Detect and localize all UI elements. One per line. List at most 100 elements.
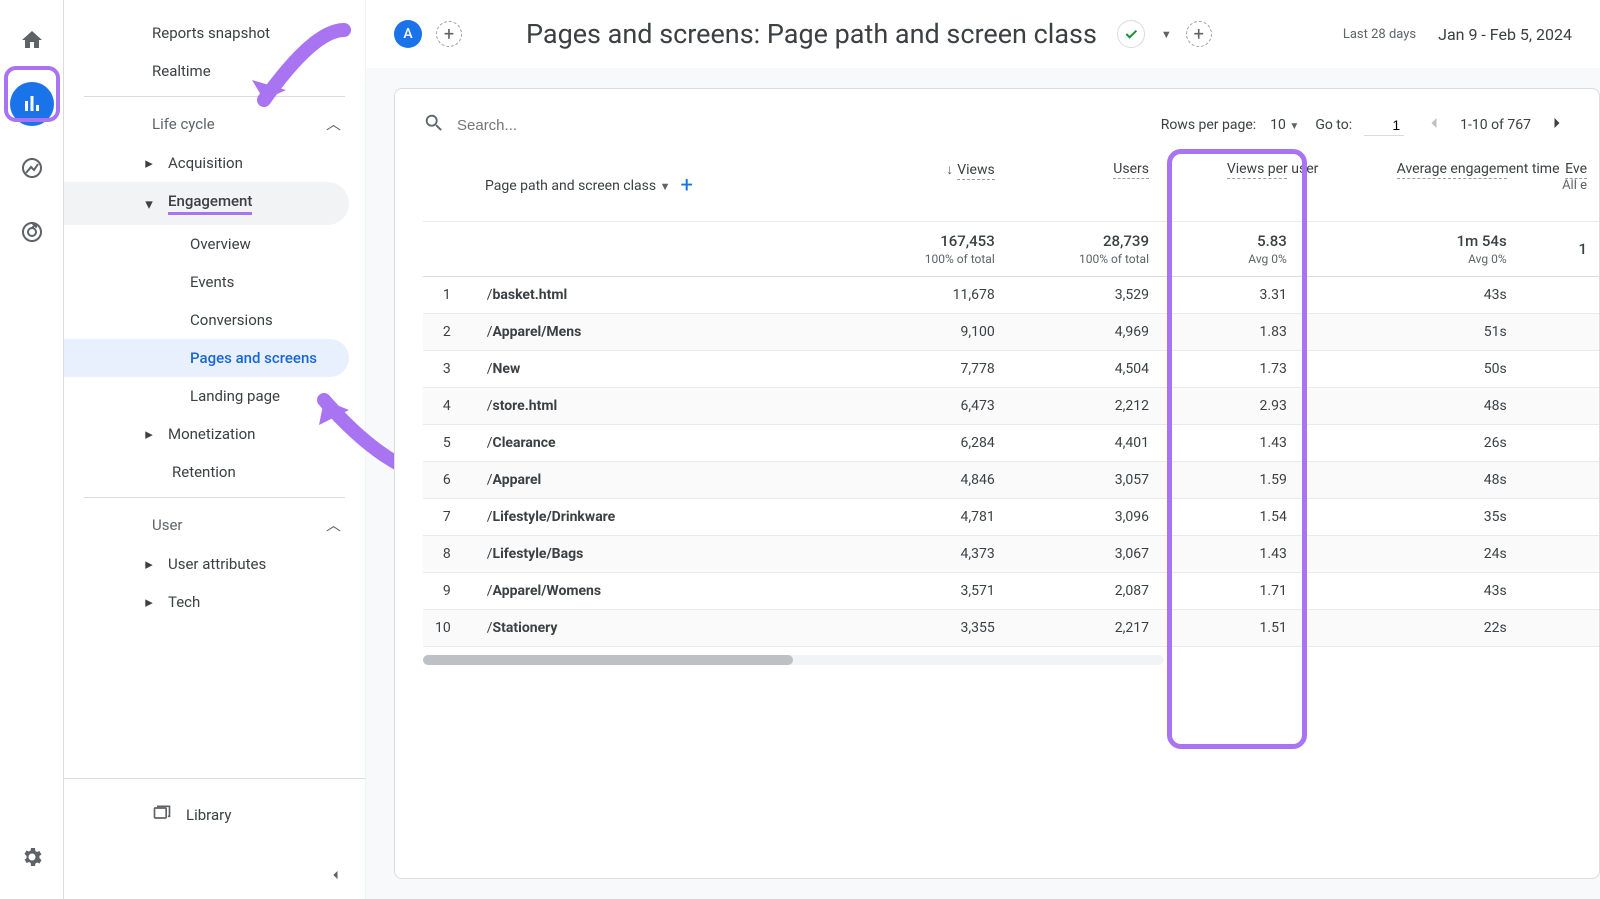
row-path: /Clearance [475, 424, 853, 461]
rows-per-page-select[interactable]: 10 ▼ [1270, 117, 1299, 133]
goto-input[interactable] [1364, 115, 1404, 136]
row-index: 6 [423, 461, 475, 498]
table-row[interactable]: 2/Apparel/Mens9,1004,9691.8351s [423, 313, 1599, 350]
page-next-button[interactable] [1543, 109, 1571, 141]
sidebar-landing-page[interactable]: Landing page [64, 377, 365, 415]
horizontal-scrollbar[interactable] [423, 655, 1164, 665]
column-views-per-user[interactable]: Views per user [1161, 151, 1299, 221]
sidebar-retention[interactable]: Retention [64, 453, 365, 491]
page-header: A + Pages and screens: Page path and scr… [366, 0, 1600, 68]
summary-events: 1 [1578, 240, 1587, 258]
row-aet: 51s [1299, 313, 1519, 350]
table-row[interactable]: 3/New7,7784,5041.7350s [423, 350, 1599, 387]
sidebar-monetization[interactable]: ▸ Monetization [64, 415, 349, 453]
rail-explore-icon[interactable] [10, 146, 54, 190]
row-index: 7 [423, 498, 475, 535]
sidebar-engagement[interactable]: ▾ Engagement [64, 182, 349, 225]
row-vpu: 1.83 [1161, 313, 1299, 350]
sidebar-conversions[interactable]: Conversions [64, 301, 365, 339]
search-input[interactable] [457, 117, 1145, 134]
caret-right-icon: ▸ [144, 559, 154, 569]
rail-home-icon[interactable] [10, 18, 54, 62]
sidebar-library[interactable]: Library [64, 778, 365, 839]
row-views: 7,778 [852, 350, 1006, 387]
row-vpu: 1.43 [1161, 535, 1299, 572]
rail-advertising-icon[interactable] [10, 210, 54, 254]
summary-vpu: 5.83 [1257, 232, 1287, 250]
sidebar-collapse-icon[interactable] [325, 865, 345, 889]
sidebar-realtime[interactable]: Realtime [64, 52, 365, 90]
row-views: 9,100 [852, 313, 1006, 350]
rail-reports-icon[interactable] [10, 82, 54, 126]
sidebar-reports-snapshot[interactable]: Reports snapshot [64, 14, 365, 52]
avatar[interactable]: A [394, 20, 422, 48]
sidebar: Reports snapshot Realtime Life cycle ︿ ▸… [64, 0, 366, 899]
table-row[interactable]: 5/Clearance6,2844,4011.4326s [423, 424, 1599, 461]
row-vpu: 1.54 [1161, 498, 1299, 535]
sidebar-user-attributes[interactable]: ▸ User attributes [64, 545, 349, 583]
divider [84, 96, 345, 97]
row-aet: 22s [1299, 609, 1519, 646]
caret-down-icon: ▾ [144, 199, 154, 209]
rail-admin-icon[interactable] [10, 835, 54, 879]
add-card-button[interactable]: + [1186, 21, 1212, 47]
table-row[interactable]: 10/Stationery3,3552,2171.5122s [423, 609, 1599, 646]
row-path: /store.html [475, 387, 853, 424]
column-users[interactable]: Users [1007, 151, 1161, 221]
row-views: 3,571 [852, 572, 1006, 609]
data-table-card: Rows per page: 10 ▼ Go to: 1-10 of 767 [394, 88, 1600, 879]
sidebar-section-user[interactable]: User ︿ [64, 504, 365, 545]
dimension-dropdown[interactable]: Page path and screen class ▼ [485, 178, 670, 194]
row-aet: 26s [1299, 424, 1519, 461]
column-avg-engagement[interactable]: Average engagement time [1299, 151, 1519, 221]
sidebar-acquisition[interactable]: ▸ Acquisition [64, 144, 349, 182]
item-label: Acquisition [168, 154, 243, 172]
status-dropdown-icon[interactable]: ▼ [1161, 28, 1172, 41]
row-path: /Stationery [475, 609, 853, 646]
page-prev-button[interactable] [1420, 109, 1448, 141]
row-views: 4,373 [852, 535, 1006, 572]
row-index: 8 [423, 535, 475, 572]
row-views: 3,355 [852, 609, 1006, 646]
row-users: 4,504 [1007, 350, 1161, 387]
date-range-label: Last 28 days [1343, 27, 1416, 42]
row-aet: 50s [1299, 350, 1519, 387]
library-label: Library [186, 806, 231, 824]
table-row[interactable]: 4/store.html6,4732,2122.9348s [423, 387, 1599, 424]
row-users: 4,401 [1007, 424, 1161, 461]
section-label: User [152, 516, 183, 534]
divider [84, 497, 345, 498]
sidebar-section-life-cycle[interactable]: Life cycle ︿ [64, 103, 365, 144]
search-icon [423, 112, 445, 138]
status-check-icon[interactable] [1117, 20, 1145, 48]
add-dimension-button[interactable]: + [680, 173, 692, 198]
caret-right-icon: ▸ [144, 429, 154, 439]
row-aet: 35s [1299, 498, 1519, 535]
table-row[interactable]: 8/Lifestyle/Bags4,3733,0671.4324s [423, 535, 1599, 572]
table-row[interactable]: 9/Apparel/Womens3,5712,0871.7143s [423, 572, 1599, 609]
table-row[interactable]: 1/basket.html11,6783,5293.3143s [423, 276, 1599, 313]
row-views: 11,678 [852, 276, 1006, 313]
row-path: /New [475, 350, 853, 387]
row-vpu: 1.59 [1161, 461, 1299, 498]
item-label: Engagement [168, 192, 252, 215]
row-users: 3,057 [1007, 461, 1161, 498]
add-comparison-button[interactable]: + [436, 21, 462, 47]
table-row[interactable]: 6/Apparel4,8463,0571.5948s [423, 461, 1599, 498]
date-range-picker[interactable]: Jan 9 - Feb 5, 2024 [1438, 25, 1572, 44]
sidebar-pages-and-screens[interactable]: Pages and screens [64, 339, 349, 377]
sidebar-overview[interactable]: Overview [64, 225, 365, 263]
row-views: 6,284 [852, 424, 1006, 461]
sidebar-tech[interactable]: ▸ Tech [64, 583, 349, 621]
row-index: 9 [423, 572, 475, 609]
sidebar-events[interactable]: Events [64, 263, 365, 301]
table-row[interactable]: 7/Lifestyle/Drinkware4,7813,0961.5435s [423, 498, 1599, 535]
summary-users: 28,739 [1103, 232, 1149, 250]
row-vpu: 1.43 [1161, 424, 1299, 461]
row-index: 3 [423, 350, 475, 387]
row-aet: 43s [1299, 276, 1519, 313]
column-views[interactable]: ↓Views [852, 151, 1006, 221]
row-path: /basket.html [475, 276, 853, 313]
row-vpu: 2.93 [1161, 387, 1299, 424]
main-content: A + Pages and screens: Page path and scr… [366, 0, 1600, 899]
